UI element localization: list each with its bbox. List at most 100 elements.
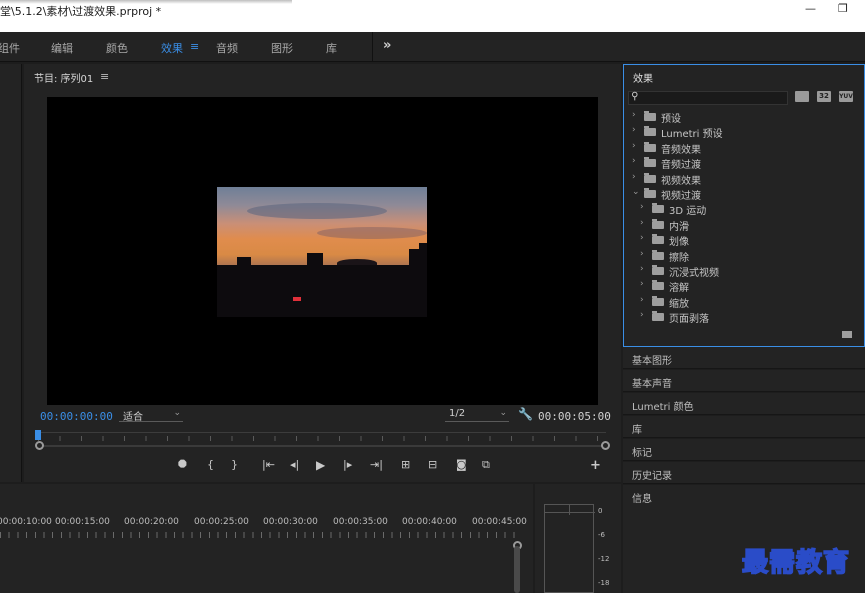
- mark-out-icon[interactable]: }: [231, 458, 238, 471]
- scrollbar-right-handle[interactable]: [601, 441, 610, 450]
- add-button-icon[interactable]: +: [590, 458, 601, 473]
- chevron-right-icon[interactable]: ›: [632, 156, 642, 166]
- program-monitor-title[interactable]: 节目: 序列01: [34, 70, 93, 85]
- workspace-tab-libraries[interactable]: 库: [326, 40, 337, 56]
- meter-label: -12: [598, 555, 610, 563]
- workspace-tab-graphics[interactable]: 图形: [271, 40, 293, 56]
- effects-search-input[interactable]: ⚲: [628, 91, 788, 105]
- meter-label: -18: [598, 579, 610, 587]
- chevron-right-icon[interactable]: ›: [640, 233, 650, 243]
- go-to-in-icon[interactable]: |⇤: [262, 458, 275, 471]
- effects-tree-item[interactable]: › 沉浸式视频: [640, 264, 857, 279]
- comparison-view-icon[interactable]: ⧉: [482, 458, 490, 472]
- extract-icon[interactable]: ⊟: [428, 458, 437, 471]
- video-viewer[interactable]: [47, 97, 598, 405]
- folder-icon: [644, 141, 656, 152]
- restore-button[interactable]: ❐: [838, 2, 848, 15]
- ruler-label: 00:00:40:00: [402, 517, 457, 527]
- ruler-label: 00:00:15:00: [55, 517, 110, 527]
- chevron-right-icon[interactable]: ›: [640, 218, 650, 228]
- panel-info[interactable]: 信息: [623, 485, 865, 507]
- resolution-dropdown[interactable]: 1/2 ⌄: [445, 408, 509, 422]
- chevron-right-icon[interactable]: ›: [640, 249, 650, 259]
- effects-tree-item[interactable]: › 缩放: [640, 295, 857, 310]
- chevron-right-icon[interactable]: ›: [632, 172, 642, 182]
- new-bin-icon[interactable]: [842, 331, 852, 338]
- ruler-label: 00:00:25:00: [194, 517, 249, 527]
- more-workspaces-icon[interactable]: »: [383, 38, 391, 53]
- program-monitor-menu-icon[interactable]: ≡: [100, 70, 109, 83]
- panel-history[interactable]: 历史记录: [623, 462, 865, 484]
- chevron-right-icon[interactable]: ›: [632, 125, 642, 135]
- step-forward-icon[interactable]: |▸: [343, 458, 352, 471]
- effects-tree-item[interactable]: › Lumetri 预设: [632, 125, 857, 140]
- panel-label: 基本声音: [632, 379, 672, 390]
- workspace-tab-color[interactable]: 颜色: [106, 40, 128, 56]
- chevron-right-icon[interactable]: ›: [640, 264, 650, 274]
- current-timecode[interactable]: 00:00:00:00: [40, 410, 113, 423]
- folder-icon: [652, 311, 664, 322]
- chevron-right-icon[interactable]: ›: [640, 202, 650, 212]
- workspace-tab-editing[interactable]: 编辑: [51, 40, 73, 56]
- folder-icon: [652, 218, 664, 229]
- panel-libraries[interactable]: 库: [623, 416, 865, 438]
- settings-wrench-icon[interactable]: 🔧: [518, 407, 533, 421]
- marker-icon[interactable]: ⯃: [178, 458, 187, 472]
- panel-essential-graphics[interactable]: 基本图形: [623, 347, 865, 369]
- chevron-right-icon[interactable]: ›: [632, 141, 642, 151]
- effects-tree-item[interactable]: › 擦除: [640, 249, 857, 264]
- meter-label: 0: [598, 507, 603, 515]
- go-to-out-icon[interactable]: ⇥|: [370, 458, 383, 471]
- workspace-menu-icon[interactable]: ≡: [190, 40, 199, 53]
- accelerated-effects-icon[interactable]: [795, 91, 809, 102]
- effects-tree-item[interactable]: › 划像: [640, 233, 857, 248]
- mark-in-icon[interactable]: {: [207, 458, 214, 471]
- effects-tree-item[interactable]: › 音频过渡: [632, 156, 857, 171]
- 32-bit-icon[interactable]: 32: [817, 91, 831, 102]
- panel-label: 信息: [632, 494, 652, 505]
- step-back-icon[interactable]: ◂|: [290, 458, 299, 471]
- effects-tree-item[interactable]: › 页面剥落: [640, 310, 857, 325]
- folder-icon: [652, 295, 664, 306]
- yuv-icon[interactable]: YUV: [839, 91, 853, 102]
- workspace-tab-effects[interactable]: 效果: [161, 40, 183, 56]
- timeline-vertical-scrollbar[interactable]: [514, 546, 520, 593]
- folder-icon: [652, 203, 664, 214]
- export-frame-icon[interactable]: ◙: [456, 458, 467, 471]
- panel-essential-sound[interactable]: 基本声音: [623, 370, 865, 392]
- audio-meter-frame: [544, 504, 595, 593]
- effects-tree-item[interactable]: › 3D 运动: [640, 202, 857, 217]
- effects-panel-title[interactable]: 效果: [633, 70, 653, 85]
- effects-tree-label: 划像: [669, 237, 689, 249]
- timeline-ruler-ticks[interactable]: [0, 532, 520, 538]
- chevron-down-icon: ⌄: [499, 408, 507, 418]
- chevron-right-icon[interactable]: ›: [640, 279, 650, 289]
- lift-icon[interactable]: ⊞: [401, 458, 410, 471]
- effects-tree-item[interactable]: › 溶解: [640, 279, 857, 294]
- effects-tree-item[interactable]: › 预设: [632, 110, 857, 125]
- effects-tree-label: 页面剥落: [669, 314, 709, 326]
- effects-tree-label: 缩放: [669, 298, 689, 310]
- watermark-logo: 最需教育: [741, 547, 851, 579]
- chevron-right-icon[interactable]: ›: [640, 310, 650, 320]
- effects-tree-item[interactable]: › 内滑: [640, 218, 857, 233]
- effects-tree-item[interactable]: ⌄ 视频过渡: [632, 187, 857, 202]
- effects-tree-item[interactable]: › 视频效果: [632, 172, 857, 187]
- audio-meter: 0 -6 -12 -18: [535, 484, 621, 593]
- effects-tree-label: 音频效果: [661, 144, 701, 156]
- chevron-right-icon[interactable]: ›: [632, 110, 642, 120]
- panel-markers[interactable]: 标记: [623, 439, 865, 461]
- workspace-tab-audio[interactable]: 音频: [216, 40, 238, 56]
- workspace-tab-assembly[interactable]: 组件: [0, 40, 20, 56]
- chevron-down-icon[interactable]: ⌄: [632, 187, 642, 197]
- preset-folder-icon: [644, 111, 656, 121]
- effects-tree-item[interactable]: › 音频效果: [632, 141, 857, 156]
- zoom-scrollbar[interactable]: [38, 445, 606, 447]
- chevron-right-icon[interactable]: ›: [640, 295, 650, 305]
- fit-dropdown[interactable]: 适合 ⌄: [119, 408, 183, 423]
- playhead[interactable]: [35, 430, 41, 440]
- scrollbar-left-handle[interactable]: [35, 441, 44, 450]
- play-icon[interactable]: ▶: [316, 458, 325, 472]
- panel-lumetri-color[interactable]: Lumetri 颜色: [623, 393, 865, 415]
- minimize-button[interactable]: —: [805, 2, 816, 15]
